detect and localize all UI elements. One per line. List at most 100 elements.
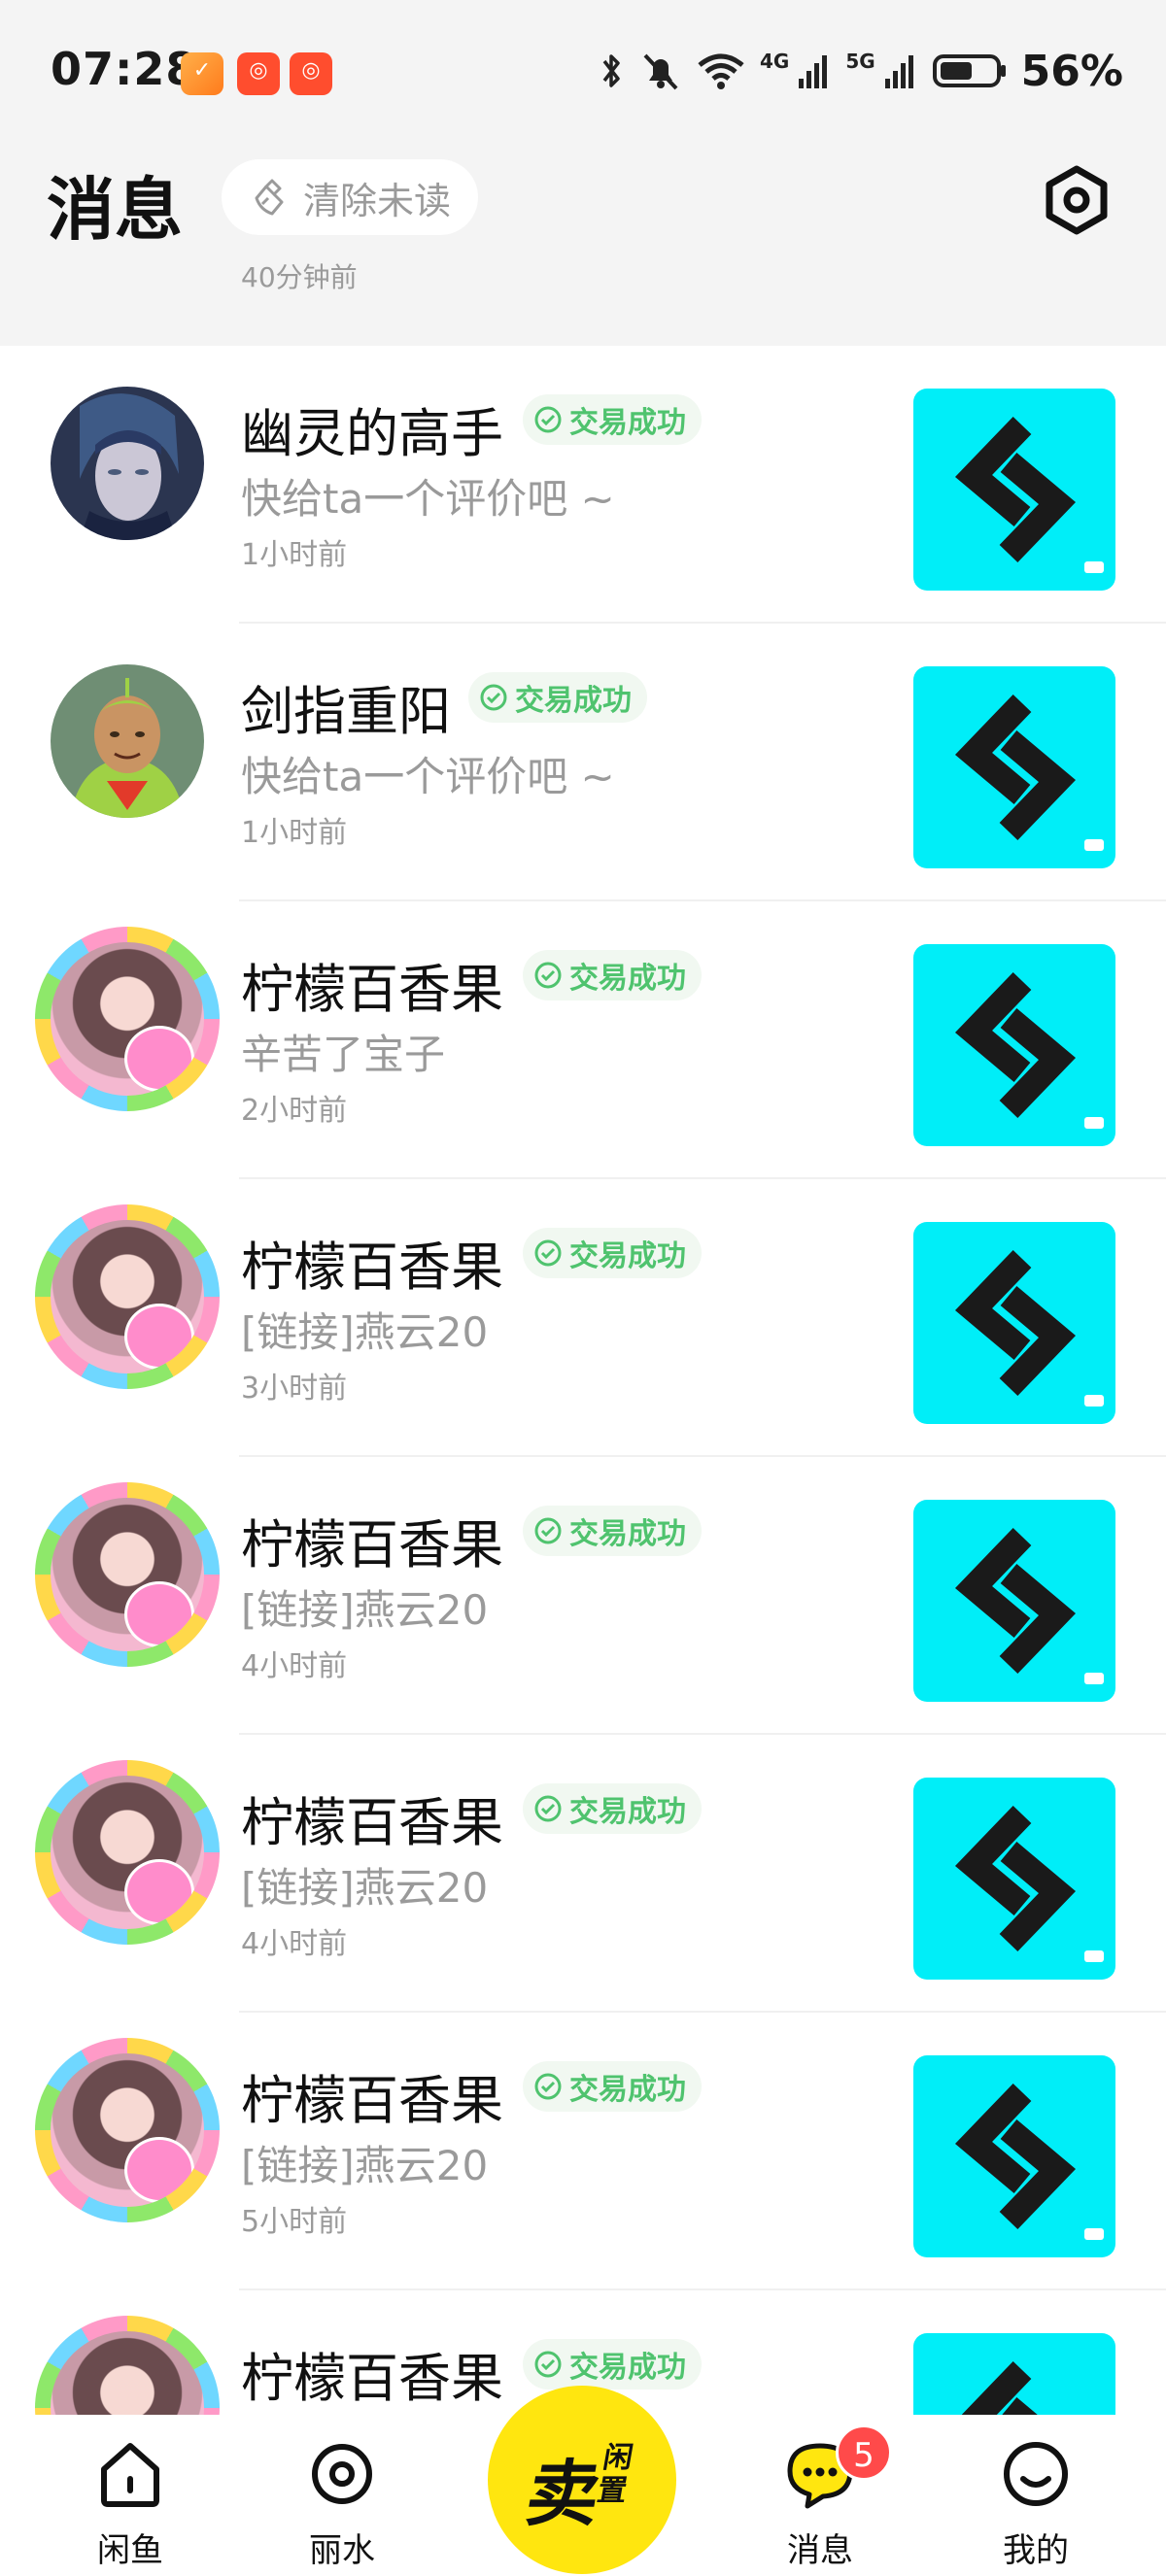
message-time: 5小时前 <box>241 2205 348 2239</box>
contact-name: 柠檬百香果 <box>241 959 503 1020</box>
check-circle-icon <box>534 406 562 433</box>
item-thumbnail[interactable] <box>913 2055 1115 2257</box>
trade-success-badge: 交易成功 <box>523 950 702 1000</box>
trade-success-badge: 交易成功 <box>523 1783 702 1834</box>
check-circle-icon <box>534 1795 562 1822</box>
contact-name: 剑指重阳 <box>241 681 451 742</box>
avatar[interactable] <box>35 1482 220 1667</box>
item-thumbnail[interactable] <box>913 389 1115 591</box>
smile-icon <box>1004 2442 1068 2506</box>
trade-success-label: 交易成功 <box>569 1517 686 1551</box>
check-circle-icon <box>534 2073 562 2100</box>
trade-success-label: 交易成功 <box>515 684 632 718</box>
trade-success-label: 交易成功 <box>569 1795 686 1829</box>
contact-name: 柠檬百香果 <box>241 2070 503 2131</box>
page-title: 消息 <box>47 170 183 250</box>
message-time: 1小时前 <box>241 816 348 850</box>
clear-unread-button[interactable]: 清除未读 <box>222 159 479 235</box>
message-preview: [链接]燕云20 <box>241 1586 489 1634</box>
message-time: 4小时前 <box>241 1649 348 1683</box>
last-sync-time: 40分钟前 <box>241 261 358 293</box>
trade-success-label: 交易成功 <box>569 2073 686 2107</box>
app-notification-icon: ✓ <box>181 52 223 95</box>
signal-4g-icon <box>799 55 828 88</box>
check-circle-icon <box>534 962 562 989</box>
avatar[interactable] <box>35 2038 220 2222</box>
avatar[interactable] <box>35 1204 220 1389</box>
message-row[interactable]: 柠檬百香果 交易成功 [链接]燕云20 5小时前 <box>0 2013 1166 2290</box>
tab-profile[interactable]: 我的 <box>958 2415 1114 2576</box>
battery-percentage: 56% <box>1020 46 1123 96</box>
tab-label: 我的 <box>1003 2531 1069 2570</box>
location-icon <box>312 2444 372 2504</box>
message-preview: 快给ta一个评价吧 ~ <box>241 753 615 800</box>
message-time: 4小时前 <box>241 1927 348 1961</box>
trade-success-label: 交易成功 <box>569 2351 686 2385</box>
message-row[interactable]: 柠檬百香果 交易成功 辛苦了宝子 2小时前 <box>0 901 1166 1179</box>
message-preview: [链接]燕云20 <box>241 1308 489 1356</box>
trade-success-label: 交易成功 <box>569 1239 686 1273</box>
check-circle-icon <box>534 1239 562 1267</box>
bluetooth-icon <box>602 54 620 87</box>
system-icons: 4G 5G 56% <box>597 45 1123 97</box>
settings-icon[interactable] <box>1040 163 1114 237</box>
sell-idle-button[interactable]: 卖 闲置 <box>488 2386 676 2574</box>
battery-icon <box>932 54 1006 87</box>
contact-name: 柠檬百香果 <box>241 1237 503 1298</box>
trade-success-badge: 交易成功 <box>468 672 647 723</box>
message-row[interactable]: 剑指重阳 交易成功 快给ta一个评价吧 ~ 1小时前 <box>0 624 1166 901</box>
app-notification-icon: ◎ <box>237 52 280 95</box>
tab-home[interactable]: 闲鱼 <box>52 2415 208 2576</box>
avatar[interactable] <box>51 387 204 540</box>
clear-unread-label: 清除未读 <box>303 179 452 222</box>
message-row[interactable]: 柠檬百香果 交易成功 [链接]燕云20 3小时前 <box>0 1179 1166 1457</box>
trade-success-badge: 交易成功 <box>523 2339 702 2390</box>
tab-label: 闲鱼 <box>97 2531 163 2570</box>
message-time: 2小时前 <box>241 1094 348 1128</box>
broom-icon <box>255 179 284 216</box>
network-5g-label: 5G <box>845 50 875 73</box>
message-preview: [链接]燕云20 <box>241 1864 489 1912</box>
mute-bell-icon <box>643 53 678 90</box>
trade-success-badge: 交易成功 <box>523 1228 702 1278</box>
contact-name: 幽灵的高手 <box>241 403 503 464</box>
message-preview: 辛苦了宝子 <box>241 1031 446 1078</box>
messages-header: 消息 清除未读 40分钟前 <box>0 146 1166 346</box>
check-circle-icon <box>534 2351 562 2378</box>
item-thumbnail[interactable] <box>913 1222 1115 1424</box>
message-list: 幽灵的高手 交易成功 快给ta一个评价吧 ~ 1小时前 剑指重阳 交易成功 快给… <box>0 346 1166 2568</box>
trade-success-badge: 交易成功 <box>523 394 702 445</box>
network-4g-label: 4G <box>759 50 790 73</box>
message-row[interactable]: 柠檬百香果 交易成功 [链接]燕云20 4小时前 <box>0 1457 1166 1735</box>
status-time: 07:28 <box>51 43 198 95</box>
app-notification-icon: ◎ <box>290 52 332 95</box>
bottom-tab-bar: 闲鱼 丽水 卖 闲置 消息 5 我的 <box>0 2386 1166 2576</box>
trade-success-badge: 交易成功 <box>523 1506 702 1556</box>
message-row[interactable]: 柠檬百香果 交易成功 [链接]燕云20 4小时前 <box>0 1735 1166 2013</box>
message-row[interactable]: 幽灵的高手 交易成功 快给ta一个评价吧 ~ 1小时前 <box>0 346 1166 624</box>
message-time: 1小时前 <box>241 538 348 572</box>
check-circle-icon <box>480 684 507 711</box>
message-time: 3小时前 <box>241 1372 348 1406</box>
item-thumbnail[interactable] <box>913 1500 1115 1702</box>
avatar[interactable] <box>35 927 220 1111</box>
unread-count-badge: 5 <box>836 2424 892 2481</box>
home-icon <box>101 2443 159 2507</box>
item-thumbnail[interactable] <box>913 1778 1115 1980</box>
avatar[interactable] <box>35 1760 220 1945</box>
item-thumbnail[interactable] <box>913 666 1115 868</box>
wifi-icon <box>698 53 744 89</box>
message-preview: [链接]燕云20 <box>241 2142 489 2189</box>
tab-label: 消息 <box>787 2531 853 2570</box>
check-circle-icon <box>534 1517 562 1544</box>
trade-success-label: 交易成功 <box>569 962 686 996</box>
item-thumbnail[interactable] <box>913 944 1115 1146</box>
message-preview: 快给ta一个评价吧 ~ <box>241 475 615 523</box>
contact-name: 柠檬百香果 <box>241 2348 503 2409</box>
status-bar: 07:28 ✓ ◎ ◎ 4G 5G 56% <box>0 0 1166 146</box>
tab-local[interactable]: 丽水 <box>264 2415 420 2576</box>
sell-big-label: 卖 <box>520 2453 607 2536</box>
signal-5g-icon <box>884 55 913 88</box>
avatar[interactable] <box>51 664 204 818</box>
trade-success-badge: 交易成功 <box>523 2061 702 2112</box>
